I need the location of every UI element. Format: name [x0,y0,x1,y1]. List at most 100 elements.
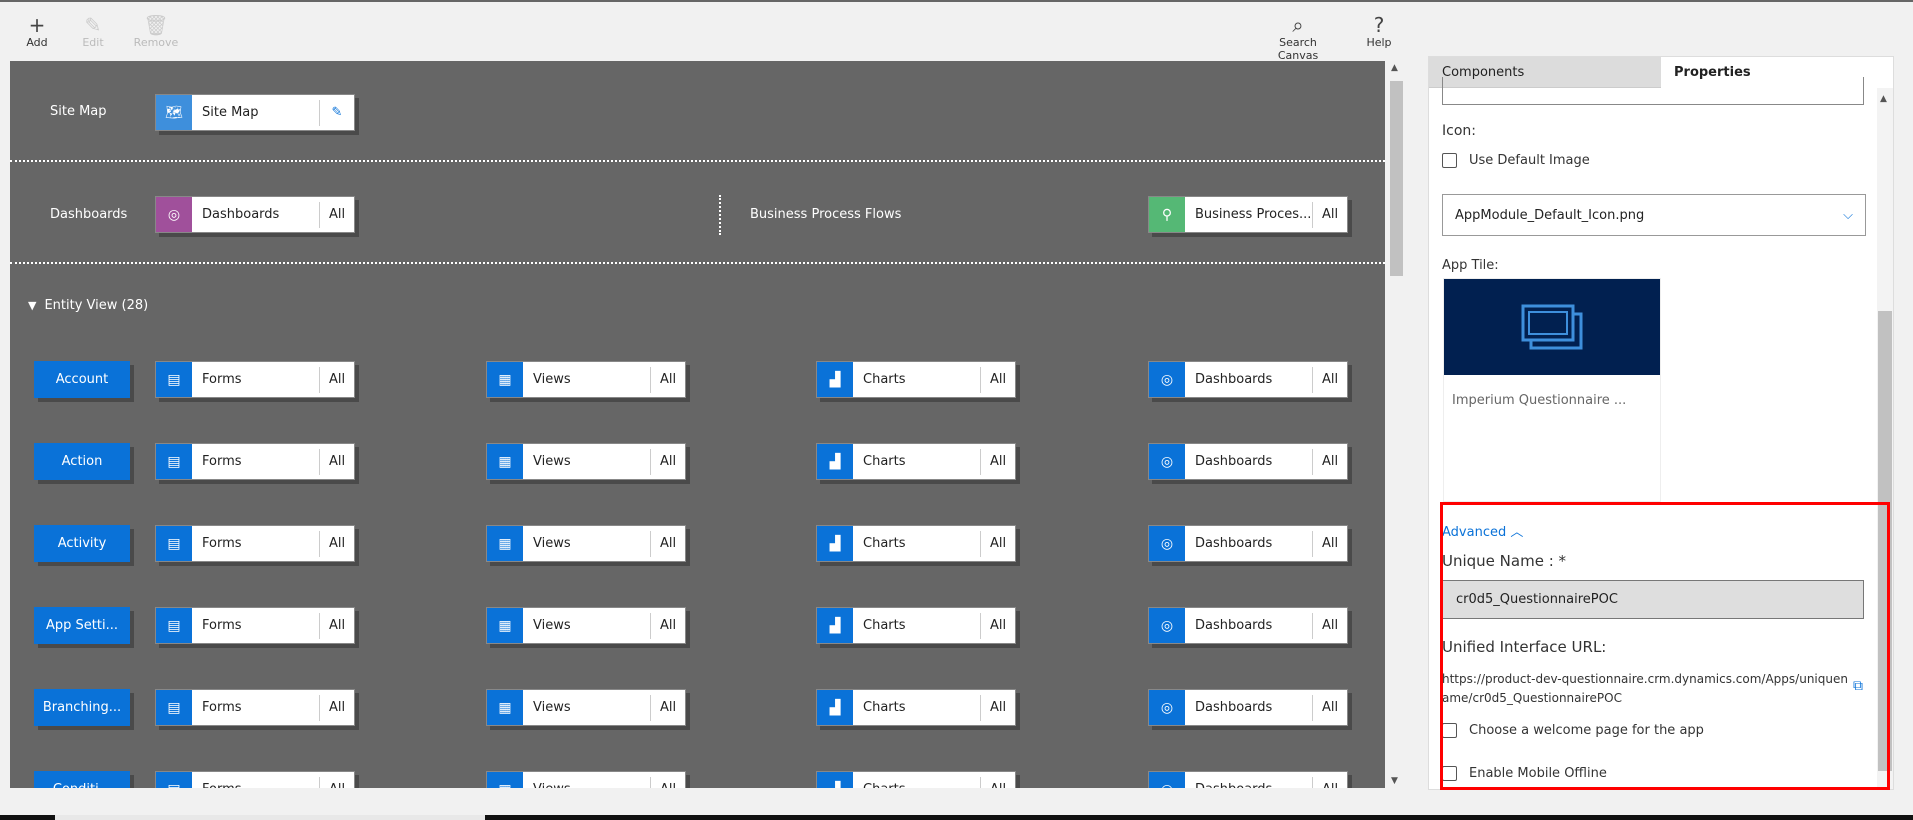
entity-button[interactable]: Conditi... [34,771,130,788]
site-map-section-label: Site Map [50,104,107,119]
dashboards-card[interactable]: ◎DashboardsAll [1148,771,1348,788]
card-scope[interactable]: All [651,536,685,551]
card-scope[interactable]: All [651,618,685,633]
card-scope[interactable]: All [1313,372,1347,387]
chart-icon: ▟ [817,772,853,788]
unified-interface-url[interactable]: https://product-dev-questionnaire.crm.dy… [1442,670,1852,708]
edit-site-map-pencil-icon[interactable]: ✎ [320,105,354,120]
card-scope[interactable]: All [981,372,1015,387]
entity-button[interactable]: Account [34,361,130,398]
app-module-icon [1521,304,1583,350]
card-scope[interactable]: All [320,536,354,551]
card-label: Forms [202,700,242,715]
card-scope[interactable]: All [651,372,685,387]
welcome-page-checkbox[interactable]: Choose a welcome page for the app [1442,723,1704,738]
scroll-down-icon[interactable]: ▼ [1391,776,1398,786]
dashboards-card[interactable]: ◎DashboardsAll [1148,361,1348,398]
forms-card[interactable]: ▤FormsAll [155,443,355,480]
site-map-card-label: Site Map [202,105,259,120]
edit-button[interactable]: ✎ Edit [78,14,108,49]
card-scope[interactable]: All [981,618,1015,633]
form-icon: ▤ [156,608,192,643]
card-label: Dashboards [1195,618,1273,633]
dashboards-card[interactable]: ◎DashboardsAll [1148,525,1348,562]
dashboards-section-label: Dashboards [50,207,128,222]
scroll-up-icon[interactable]: ▲ [1391,63,1398,73]
card-scope[interactable]: All [981,782,1015,788]
app-tile-label: App Tile: [1442,258,1499,273]
dashboards-card[interactable]: ◎DashboardsAll [1148,689,1348,726]
views-card[interactable]: ▦ViewsAll [486,443,686,480]
dashboards-scope[interactable]: All [320,207,354,222]
card-scope[interactable]: All [981,536,1015,551]
map-icon: 🗺 [156,95,192,130]
mobile-offline-checkbox[interactable]: Enable Mobile Offline [1442,766,1607,781]
copy-icon[interactable]: ⧉ [1853,678,1863,694]
entity-button[interactable]: Activity [34,525,130,562]
checkbox[interactable] [1442,766,1457,781]
canvas-scrollbar-thumb[interactable] [1390,81,1403,276]
advanced-toggle[interactable]: Advanced ︿ [1442,521,1523,540]
panel-scrollbar[interactable]: ▲ [1877,88,1893,789]
card-label: Views [523,782,650,788]
views-card[interactable]: ▦ViewsAll [486,771,686,788]
card-scope[interactable]: All [1313,536,1347,551]
card-scope[interactable]: All [1313,700,1347,715]
add-button[interactable]: + Add [22,14,52,49]
scroll-up-icon[interactable]: ▲ [1880,94,1887,104]
card-scope[interactable]: All [651,782,685,788]
forms-card[interactable]: ▤FormsAll [155,525,355,562]
charts-card[interactable]: ▟ChartsAll [816,361,1016,398]
checkbox[interactable] [1442,153,1457,168]
card-scope[interactable]: All [981,700,1015,715]
bpf-card[interactable]: ⚲ Business Proces... All [1148,196,1348,233]
entity-button[interactable]: Branching... [34,689,130,726]
charts-card[interactable]: ▟ChartsAll [816,607,1016,644]
entity-button[interactable]: Action [34,443,130,480]
description-field[interactable] [1442,77,1864,105]
forms-card[interactable]: ▤FormsAll [155,361,355,398]
entity-button[interactable]: App Setti... [34,607,130,644]
forms-card[interactable]: ▤FormsAll [155,771,355,788]
card-scope[interactable]: All [320,782,354,788]
views-card[interactable]: ▦ViewsAll [486,607,686,644]
add-label: Add [26,36,48,49]
card-scope[interactable]: All [320,454,354,469]
canvas-scrollbar[interactable]: ▲ ▼ [1388,61,1405,788]
icon-select[interactable]: AppModule_Default_Icon.png ⌵ [1442,194,1866,236]
help-button[interactable]: ? Help [1364,14,1394,49]
site-map-card[interactable]: 🗺 Site Map ✎ [155,94,355,131]
grid-icon: ▦ [487,608,523,643]
views-card[interactable]: ▦ViewsAll [486,361,686,398]
entity-view-toggle[interactable]: ▼ Entity View (28) [28,298,148,313]
panel-scrollbar-thumb[interactable] [1878,311,1892,771]
charts-card[interactable]: ▟ChartsAll [816,443,1016,480]
card-scope[interactable]: All [320,700,354,715]
charts-card[interactable]: ▟ChartsAll [816,525,1016,562]
card-scope[interactable]: All [1313,782,1347,788]
checkbox[interactable] [1442,723,1457,738]
forms-card[interactable]: ▤FormsAll [155,607,355,644]
dashboards-card[interactable]: ◎DashboardsAll [1148,607,1348,644]
search-canvas-button[interactable]: ⌕ Search Canvas [1258,14,1338,62]
form-icon: ▤ [156,444,192,479]
use-default-image-checkbox[interactable]: Use Default Image [1442,153,1590,168]
card-scope[interactable]: All [1313,454,1347,469]
views-card[interactable]: ▦ViewsAll [486,689,686,726]
card-scope[interactable]: All [320,372,354,387]
charts-card[interactable]: ▟ChartsAll [816,689,1016,726]
unique-name-input[interactable]: cr0d5_QuestionnairePOC [1442,580,1864,619]
card-scope[interactable]: All [320,618,354,633]
dashboards-card[interactable]: ◎ Dashboards All [155,196,355,233]
charts-card[interactable]: ▟ChartsAll [816,771,1016,788]
remove-button[interactable]: 🗑 Remove [133,14,179,49]
card-scope[interactable]: All [981,454,1015,469]
form-icon: ▤ [156,772,192,788]
card-scope[interactable]: All [1313,618,1347,633]
card-scope[interactable]: All [651,454,685,469]
forms-card[interactable]: ▤FormsAll [155,689,355,726]
dashboards-card[interactable]: ◎DashboardsAll [1148,443,1348,480]
bpf-scope[interactable]: All [1313,207,1347,222]
views-card[interactable]: ▦ViewsAll [486,525,686,562]
card-scope[interactable]: All [651,700,685,715]
